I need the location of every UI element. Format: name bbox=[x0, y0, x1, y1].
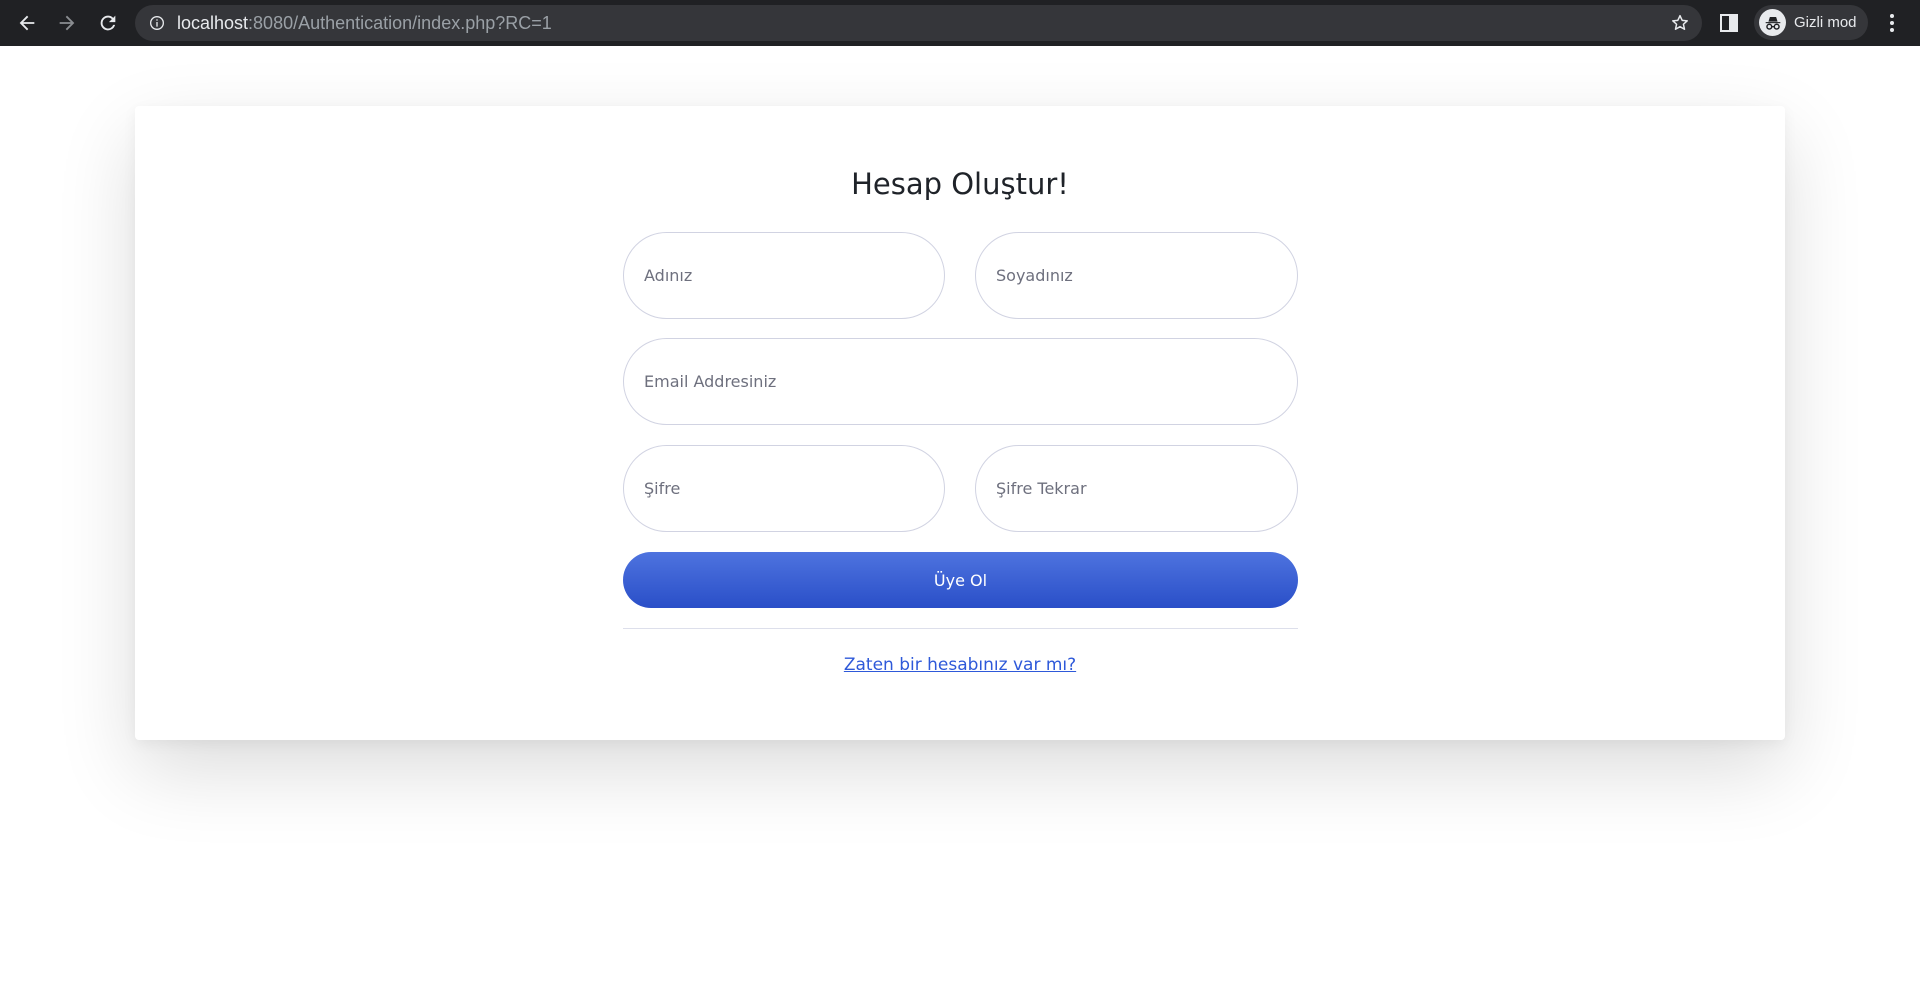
more-menu-icon[interactable] bbox=[1882, 12, 1902, 34]
star-icon[interactable] bbox=[1670, 13, 1690, 33]
profile-label: Gizli mod bbox=[1794, 14, 1857, 31]
forward-arrow-icon bbox=[59, 15, 75, 31]
password-input[interactable] bbox=[623, 445, 945, 532]
password-repeat-input[interactable] bbox=[975, 445, 1298, 532]
page-content: Hesap Oluştur! Üye Ol Zaten bir hesabını… bbox=[0, 46, 1920, 995]
info-icon[interactable] bbox=[149, 15, 165, 31]
url-text[interactable]: localhost:8080/Authentication/index.php?… bbox=[177, 5, 552, 41]
register-button[interactable]: Üye Ol bbox=[623, 552, 1298, 608]
reload-button[interactable] bbox=[95, 10, 121, 36]
url-path: :8080/Authentication/index.php?RC=1 bbox=[248, 13, 552, 33]
incognito-icon bbox=[1759, 9, 1786, 36]
forward-button[interactable] bbox=[54, 10, 80, 36]
reload-icon bbox=[100, 15, 116, 31]
address-bar[interactable]: localhost:8080/Authentication/index.php?… bbox=[135, 5, 1702, 41]
back-button[interactable] bbox=[14, 10, 40, 36]
login-link[interactable]: Zaten bir hesabınız var mı? bbox=[844, 655, 1076, 675]
register-card: Hesap Oluştur! Üye Ol Zaten bir hesabını… bbox=[135, 106, 1785, 740]
url-host: localhost bbox=[177, 13, 249, 33]
profile-button[interactable]: Gizli mod bbox=[1754, 5, 1868, 40]
back-arrow-icon bbox=[19, 15, 35, 31]
email-input[interactable] bbox=[623, 338, 1298, 425]
page-title: Hesap Oluştur! bbox=[851, 167, 1069, 201]
browser-toolbar: localhost:8080/Authentication/index.php?… bbox=[0, 0, 1920, 46]
login-link-wrapper: Zaten bir hesabınız var mı? bbox=[135, 653, 1785, 677]
side-panel-icon[interactable] bbox=[1719, 13, 1739, 33]
divider bbox=[623, 628, 1298, 629]
first-name-input[interactable] bbox=[623, 232, 945, 319]
last-name-input[interactable] bbox=[975, 232, 1298, 319]
